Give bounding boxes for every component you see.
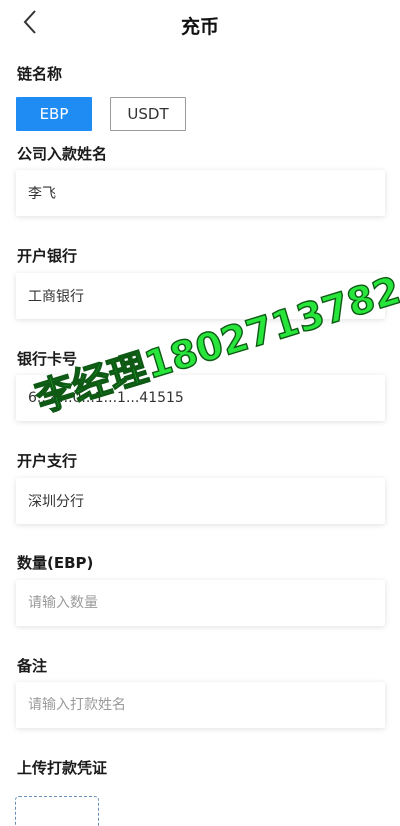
bank-value: 工商银行: [28, 289, 84, 305]
page-title: 充币: [180, 16, 219, 38]
remark-input[interactable]: [28, 697, 385, 713]
branch-field: 深圳分行: [16, 478, 385, 524]
amount-field: [16, 580, 385, 626]
remark-label: 备注: [17, 657, 48, 675]
amount-label: 数量(EBP): [17, 554, 94, 572]
company-name-value: 李飞: [28, 186, 56, 202]
recharge-page: 充币 链名称 EBP USDT 公司入款姓名 李飞 开户银行 工商银行 银行卡号…: [0, 0, 400, 826]
company-name-label: 公司入款姓名: [17, 145, 108, 163]
company-name-field: 李飞: [16, 170, 385, 216]
upload-proof-button[interactable]: [15, 796, 99, 826]
remark-field: [16, 682, 385, 728]
header: 充币: [0, 0, 400, 46]
chain-option-usdt[interactable]: USDT: [110, 97, 186, 131]
chain-label: 链名称: [17, 65, 63, 83]
amount-input[interactable]: [28, 595, 385, 611]
chain-option-ebp[interactable]: EBP: [16, 97, 92, 131]
upload-label: 上传打款凭证: [17, 759, 108, 777]
branch-value: 深圳分行: [28, 494, 84, 510]
branch-label: 开户支行: [17, 452, 78, 470]
bank-label: 开户银行: [17, 247, 78, 265]
